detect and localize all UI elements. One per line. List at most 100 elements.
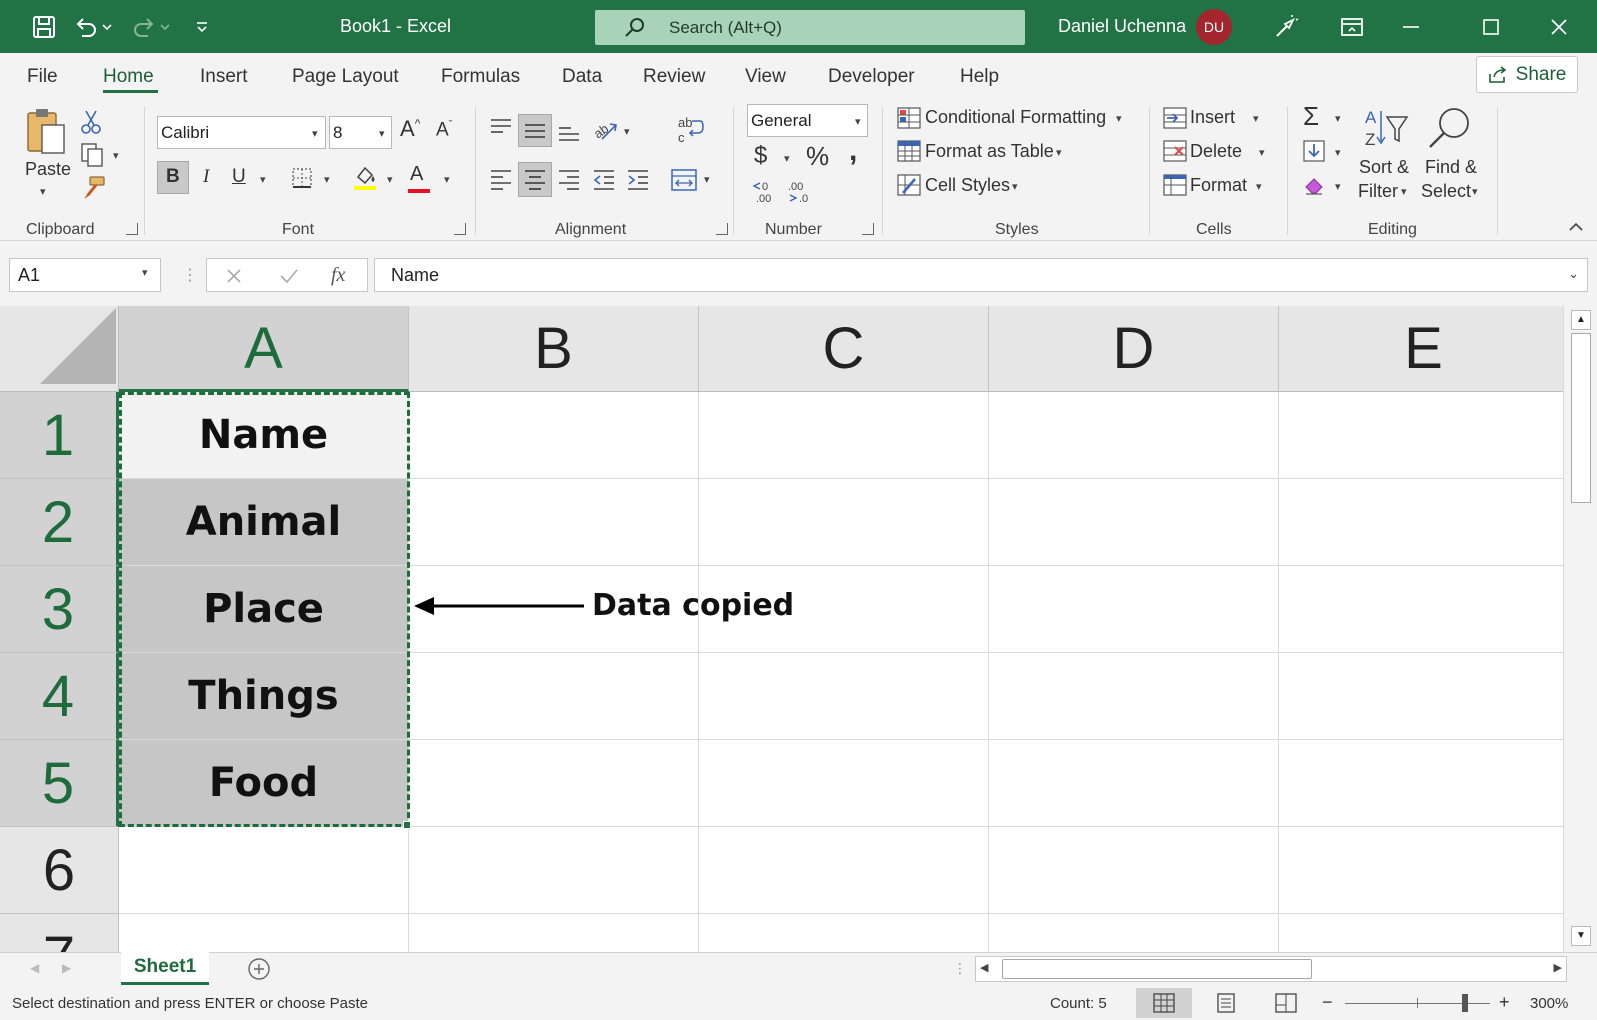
scroll-down-icon[interactable]: ▼ <box>1571 926 1591 946</box>
cell-b2[interactable] <box>409 479 699 566</box>
format-as-table-icon[interactable] <box>897 139 921 163</box>
cell-d2[interactable] <box>989 479 1279 566</box>
row-header-5[interactable]: 5 <box>0 740 119 827</box>
minimize-icon[interactable] <box>1397 13 1425 41</box>
cell-a3[interactable]: Place <box>119 566 409 653</box>
font-launcher-icon[interactable] <box>454 223 466 235</box>
cell-b6[interactable] <box>409 827 699 914</box>
currency-button[interactable]: $ <box>754 142 767 170</box>
tab-page-layout[interactable]: Page Layout <box>292 66 399 88</box>
delete-cells-dropdown-icon[interactable]: ▾ <box>1259 146 1265 159</box>
scroll-right-icon[interactable]: ▶ <box>1554 961 1562 974</box>
cell-a1[interactable]: Name <box>119 392 409 479</box>
name-box-dropdown-icon[interactable]: ▾ <box>142 266 148 279</box>
underline-dropdown-icon[interactable]: ▾ <box>260 173 266 186</box>
cell-d6[interactable] <box>989 827 1279 914</box>
format-cells-dropdown-icon[interactable]: ▾ <box>1256 180 1262 193</box>
clear-dropdown-icon[interactable]: ▾ <box>1335 180 1341 193</box>
align-middle-button[interactable] <box>518 114 552 147</box>
cell-e1[interactable] <box>1279 392 1563 479</box>
cell-c4[interactable] <box>699 653 989 740</box>
borders-icon[interactable] <box>291 167 313 189</box>
horizontal-scrollbar[interactable]: ◀ ▶ <box>975 956 1567 982</box>
name-box[interactable]: A1 <box>9 258 161 292</box>
tab-insert[interactable]: Insert <box>200 66 248 88</box>
decrease-font-icon[interactable]: Aˇ <box>436 119 452 141</box>
cell-a5[interactable]: Food <box>119 740 409 827</box>
row-header-2[interactable]: 2 <box>0 479 119 566</box>
sort-filter-dropdown-icon[interactable]: ▾ <box>1401 185 1407 198</box>
ribbon-display-icon[interactable] <box>1338 13 1366 41</box>
cell-d7[interactable] <box>989 914 1279 952</box>
zoom-slider-thumb[interactable] <box>1462 994 1468 1012</box>
increase-decimal-icon[interactable]: 0.00 <box>750 179 780 203</box>
delete-cells-icon[interactable] <box>1163 139 1187 163</box>
cell-styles-dropdown-icon[interactable]: ▾ <box>1012 180 1018 193</box>
column-header-a[interactable]: A <box>119 306 409 392</box>
row-header-3[interactable]: 3 <box>0 566 119 653</box>
vertical-scroll-thumb[interactable] <box>1571 333 1591 503</box>
row-header-7[interactable]: 7 <box>0 914 119 952</box>
avatar[interactable]: DU <box>1196 9 1232 45</box>
formula-input[interactable]: Name <box>374 258 1588 292</box>
column-header-d[interactable]: D <box>989 306 1279 392</box>
user-name[interactable]: Daniel Uchenna <box>1058 16 1186 37</box>
prev-sheet-icon[interactable]: ◀ <box>30 961 39 975</box>
font-size-dropdown-icon[interactable]: ▾ <box>379 127 385 140</box>
align-right-icon[interactable] <box>557 168 581 190</box>
increase-indent-icon[interactable] <box>626 168 650 190</box>
conditional-formatting-icon[interactable] <box>897 106 921 130</box>
insert-cells-icon[interactable] <box>1163 106 1187 130</box>
cell-d3[interactable] <box>989 566 1279 653</box>
customize-toolbar-icon[interactable] <box>188 13 216 41</box>
number-format-dropdown-icon[interactable]: ▾ <box>855 115 861 128</box>
zoom-out-icon[interactable]: − <box>1322 992 1333 1013</box>
currency-dropdown-icon[interactable]: ▾ <box>784 152 790 165</box>
cell-d5[interactable] <box>989 740 1279 827</box>
comma-button[interactable]: , <box>849 134 857 168</box>
font-name-select[interactable]: Calibri <box>157 116 326 149</box>
zoom-in-icon[interactable]: + <box>1499 992 1510 1013</box>
conditional-formatting-button[interactable]: Conditional Formatting <box>925 107 1106 128</box>
cell-b1[interactable] <box>409 392 699 479</box>
new-sheet-icon[interactable] <box>247 957 271 981</box>
column-header-e[interactable]: E <box>1279 306 1563 392</box>
cell-a2[interactable]: Animal <box>119 479 409 566</box>
row-header-4[interactable]: 4 <box>0 653 119 740</box>
cell-d4[interactable] <box>989 653 1279 740</box>
cell-a6[interactable] <box>119 827 409 914</box>
fill-dropdown-icon[interactable]: ▾ <box>1335 146 1341 159</box>
coauthoring-icon[interactable] <box>1272 13 1300 41</box>
align-top-icon[interactable] <box>489 117 513 137</box>
cell-b5[interactable] <box>409 740 699 827</box>
font-name-dropdown-icon[interactable]: ▾ <box>312 127 318 140</box>
confirm-entry-icon[interactable] <box>279 267 299 285</box>
column-header-c[interactable]: C <box>699 306 989 392</box>
format-as-table-button[interactable]: Format as Table <box>925 141 1054 162</box>
worksheet-grid[interactable]: A B C D E 1 2 3 4 5 6 7 Name Animal Plac… <box>0 306 1563 952</box>
cell-e6[interactable] <box>1279 827 1563 914</box>
copy-dropdown-icon[interactable]: ▾ <box>113 149 119 162</box>
paste-icon[interactable] <box>25 107 67 157</box>
sort-filter-label-1[interactable]: Sort & <box>1359 157 1409 178</box>
conditional-formatting-dropdown-icon[interactable]: ▾ <box>1116 112 1122 125</box>
delete-cells-button[interactable]: Delete <box>1190 141 1242 162</box>
orientation-icon[interactable]: ab <box>592 115 620 143</box>
number-launcher-icon[interactable] <box>862 223 874 235</box>
undo-dropdown-icon[interactable] <box>100 13 114 41</box>
cell-styles-icon[interactable] <box>897 173 921 197</box>
cell-e3[interactable] <box>1279 566 1563 653</box>
fill-icon[interactable] <box>1302 139 1326 163</box>
cut-icon[interactable] <box>80 109 102 135</box>
column-header-b[interactable]: B <box>409 306 699 392</box>
clipboard-launcher-icon[interactable] <box>126 223 138 235</box>
tab-review[interactable]: Review <box>643 66 705 88</box>
cell-a7[interactable] <box>119 914 409 952</box>
tab-split-grip-icon[interactable]: ⋮ <box>953 960 967 977</box>
page-break-view-button[interactable] <box>1258 988 1314 1018</box>
cell-c5[interactable] <box>699 740 989 827</box>
tab-data[interactable]: Data <box>562 66 602 88</box>
underline-button[interactable]: U <box>232 166 246 188</box>
sheet-tab-sheet1[interactable]: Sheet1 <box>121 952 209 985</box>
cell-e7[interactable] <box>1279 914 1563 952</box>
